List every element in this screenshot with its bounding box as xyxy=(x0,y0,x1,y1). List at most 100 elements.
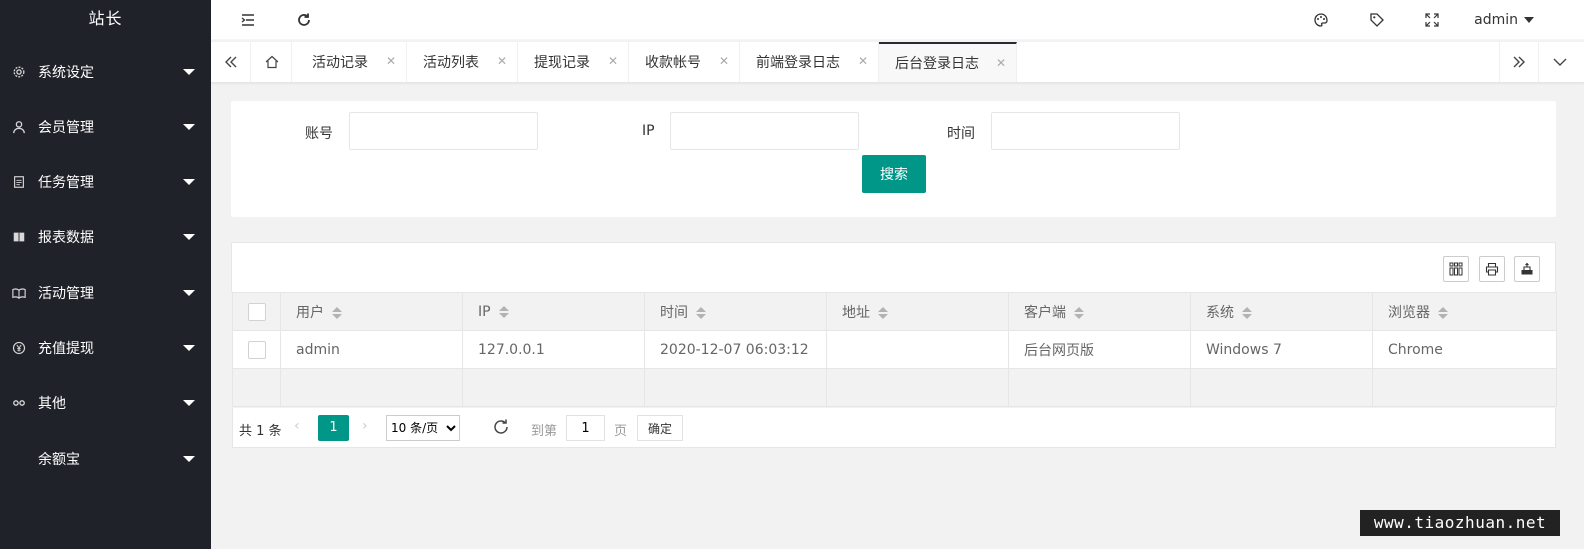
sort-icon[interactable] xyxy=(878,306,888,319)
column-header-browser[interactable]: 浏览器 xyxy=(1372,292,1557,331)
next-page-icon[interactable]: › xyxy=(362,418,368,434)
caret-down-icon xyxy=(183,290,195,296)
page-size-select[interactable]: 10 条/页 xyxy=(386,415,460,441)
tab-activity-list[interactable]: 活动列表 ✕ xyxy=(407,42,518,82)
table-toolbar xyxy=(231,242,1556,292)
sort-icon[interactable] xyxy=(1438,306,1448,319)
column-header-client[interactable]: 客户端 xyxy=(1008,292,1191,331)
tab-label: 后台登录日志 xyxy=(895,56,979,72)
sort-icon[interactable] xyxy=(696,306,706,319)
select-all-cell xyxy=(232,292,281,331)
sort-icon[interactable] xyxy=(1242,306,1252,319)
cell-ip: 127.0.0.1 xyxy=(462,330,645,369)
sort-icon[interactable] xyxy=(1074,306,1084,319)
tab-label: 前端登录日志 xyxy=(756,55,840,71)
tab-label: 活动列表 xyxy=(423,55,479,71)
close-icon[interactable]: ✕ xyxy=(858,54,868,68)
sidebar-item-reports[interactable]: 报表数据 xyxy=(0,217,211,257)
tab-label: 活动记录 xyxy=(312,55,368,71)
caret-down-icon xyxy=(183,69,195,75)
menu-fold-icon[interactable] xyxy=(238,10,258,30)
refresh-icon[interactable] xyxy=(491,417,513,439)
column-header-time[interactable]: 时间 xyxy=(644,292,827,331)
column-header-ip[interactable]: IP xyxy=(462,292,645,331)
user-icon xyxy=(12,120,26,134)
fullscreen-icon[interactable] xyxy=(1422,10,1442,30)
sidebar-item-label: 会员管理 xyxy=(38,120,94,136)
book-icon xyxy=(12,230,26,244)
login-log-table: 用户 IP 时间 地址 客户端 系统 浏览器 admin 127.0.0.1 2… xyxy=(232,292,1557,407)
table-row: admin 127.0.0.1 2020-12-07 06:03:12 后台网页… xyxy=(232,330,1557,369)
search-button[interactable]: 搜索 xyxy=(862,155,926,193)
theme-icon[interactable] xyxy=(1311,10,1331,30)
tab-backend-login-log[interactable]: 后台登录日志 ✕ xyxy=(879,42,1017,82)
sort-icon[interactable] xyxy=(498,305,509,318)
user-menu[interactable]: admin xyxy=(1474,0,1534,40)
sidebar-item-activities[interactable]: 活动管理 xyxy=(0,273,211,313)
sidebar-item-tasks[interactable]: 任务管理 xyxy=(0,162,211,202)
goto-label: 到第 xyxy=(531,424,558,439)
sidebar-item-label: 任务管理 xyxy=(38,175,94,191)
current-page[interactable]: 1 xyxy=(318,415,349,441)
account-input[interactable] xyxy=(349,112,538,150)
time-label: 时间 xyxy=(947,126,975,142)
close-icon[interactable]: ✕ xyxy=(996,56,1006,70)
document-icon xyxy=(12,175,26,189)
cell-address xyxy=(826,330,1009,369)
sidebar-item-label: 其他 xyxy=(38,396,66,412)
close-icon[interactable]: ✕ xyxy=(386,54,396,68)
refresh-icon[interactable] xyxy=(294,10,314,30)
tab-scroll-right-icon[interactable] xyxy=(1499,42,1539,82)
select-all-checkbox[interactable] xyxy=(247,302,266,321)
tab-activity-records[interactable]: 活动记录 ✕ xyxy=(296,42,407,82)
sidebar-item-members[interactable]: 会员管理 xyxy=(0,107,211,147)
tag-icon[interactable] xyxy=(1367,10,1387,30)
link-icon xyxy=(12,396,26,410)
confirm-goto-button[interactable]: 确定 xyxy=(637,415,683,441)
row-checkbox[interactable] xyxy=(247,340,266,359)
caret-down-icon xyxy=(183,179,195,185)
time-input[interactable] xyxy=(991,112,1180,150)
sort-icon[interactable] xyxy=(332,306,342,319)
prev-page-icon[interactable]: ‹ xyxy=(294,418,300,434)
tab-bar: 活动记录 ✕ 活动列表 ✕ 提现记录 ✕ 收款帐号 ✕ 前端登录日志 ✕ 后台登… xyxy=(211,42,1584,83)
tab-withdraw-records[interactable]: 提现记录 ✕ xyxy=(518,42,629,82)
caret-down-icon xyxy=(183,124,195,130)
tab-label: 提现记录 xyxy=(534,55,590,71)
ip-input[interactable] xyxy=(670,112,859,150)
top-header: admin xyxy=(211,0,1584,40)
sidebar-item-label: 充值提现 xyxy=(38,341,94,357)
goto-page-input[interactable] xyxy=(566,415,605,441)
watermark: www.tiaozhuan.net xyxy=(1360,510,1560,536)
tab-scroll-left-icon[interactable] xyxy=(211,42,251,82)
cell-user: admin xyxy=(280,330,463,369)
logo: 站长 xyxy=(88,9,123,28)
ip-label: IP xyxy=(642,123,655,139)
close-icon[interactable]: ✕ xyxy=(497,54,507,68)
column-header-os[interactable]: 系统 xyxy=(1190,292,1373,331)
caret-down-icon xyxy=(1524,17,1534,23)
print-icon[interactable] xyxy=(1479,256,1505,282)
tab-payee-accounts[interactable]: 收款帐号 ✕ xyxy=(629,42,740,82)
cell-os: Windows 7 xyxy=(1190,330,1373,369)
sidebar-item-system-settings[interactable]: 系统设定 xyxy=(0,52,211,92)
sidebar-item-label: 余额宝 xyxy=(38,452,80,468)
column-header-address[interactable]: 地址 xyxy=(826,292,1009,331)
home-icon[interactable] xyxy=(252,42,292,82)
cell-browser: Chrome xyxy=(1372,330,1557,369)
tab-menu-chevron-down-icon[interactable] xyxy=(1540,42,1580,82)
tab-label: 收款帐号 xyxy=(645,55,701,71)
column-header-user[interactable]: 用户 xyxy=(280,292,463,331)
cell-time: 2020-12-07 06:03:12 xyxy=(644,330,827,369)
close-icon[interactable]: ✕ xyxy=(719,54,729,68)
close-icon[interactable]: ✕ xyxy=(608,54,618,68)
sidebar-item-recharge-withdraw[interactable]: 充值提现 xyxy=(0,328,211,368)
gear-icon xyxy=(12,65,26,79)
caret-down-icon xyxy=(183,456,195,462)
user-name: admin xyxy=(1474,12,1518,28)
sidebar-item-other[interactable]: 其他 xyxy=(0,383,211,423)
export-icon[interactable] xyxy=(1514,256,1540,282)
tab-frontend-login-log[interactable]: 前端登录日志 ✕ xyxy=(740,42,879,82)
columns-filter-icon[interactable] xyxy=(1443,256,1469,282)
sidebar-item-yuebao[interactable]: 余额宝 xyxy=(0,439,211,479)
